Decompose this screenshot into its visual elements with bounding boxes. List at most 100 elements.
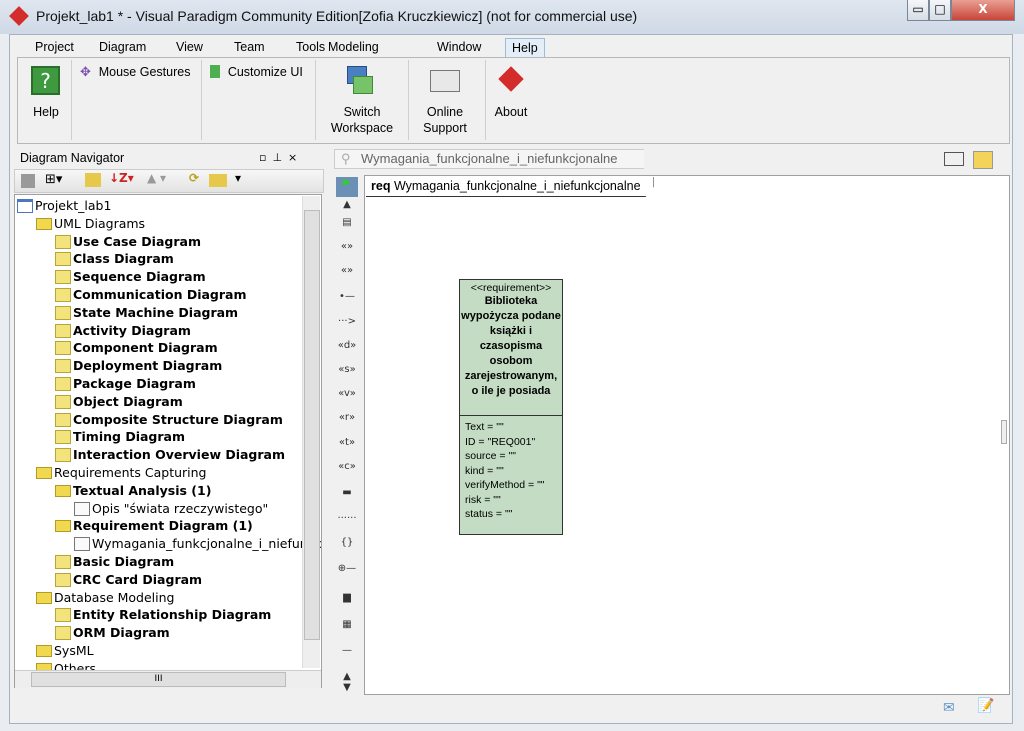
navigator-title: Diagram Navigator — [20, 151, 125, 165]
tree-item-label: Projekt_lab1 — [35, 198, 112, 213]
new-icon[interactable] — [21, 174, 35, 188]
sort-icon[interactable]: ↓Z▾ — [109, 171, 134, 185]
palette-tool[interactable]: — — [336, 645, 358, 661]
palette-tool[interactable]: ···> — [336, 316, 358, 332]
palette-tool[interactable]: •— — [336, 291, 358, 307]
palette-tool[interactable]: ▼ — [336, 682, 358, 698]
scroll-thumb[interactable]: III — [31, 672, 286, 687]
palette-tool[interactable]: «d» — [336, 340, 358, 356]
tree-item[interactable]: Sequence Diagram — [55, 268, 206, 286]
palette-tool[interactable]: «r» — [336, 412, 358, 428]
about-button[interactable]: About — [490, 62, 532, 122]
navigator-window-controls[interactable]: ▫⊥× — [259, 151, 303, 164]
palette-tool[interactable]: «s» — [336, 364, 358, 380]
tree-item[interactable]: Basic Diagram — [55, 553, 174, 571]
palette-tool[interactable]: «c» — [336, 461, 358, 477]
tree-item[interactable]: Deployment Diagram — [55, 357, 222, 375]
maximize-button[interactable]: □ — [929, 0, 951, 21]
tree-item[interactable]: CRC Card Diagram — [55, 571, 202, 589]
menu-help[interactable]: Help — [505, 38, 545, 58]
palette-tool[interactable]: ▆ — [336, 592, 358, 608]
menu-modeling[interactable]: Modeling — [322, 38, 385, 58]
diagram-icon — [55, 270, 71, 285]
tree-item[interactable]: Interaction Overview Diagram — [55, 446, 285, 464]
refresh-icon[interactable]: ⟳ — [189, 171, 199, 185]
tree-item[interactable]: ORM Diagram — [55, 624, 170, 642]
dropdown-icon[interactable]: ▾ — [235, 171, 241, 185]
tree-item[interactable]: Class Diagram — [55, 250, 174, 268]
project-icon — [17, 199, 33, 213]
diagram-properties-icon[interactable] — [973, 151, 993, 169]
menu-project[interactable]: Project — [29, 38, 80, 58]
tree-item[interactable]: Activity Diagram — [55, 322, 191, 340]
palette-tool[interactable]: {} — [336, 537, 358, 553]
up-icon[interactable]: ▲ ▾ — [147, 171, 166, 185]
tree-item[interactable]: Timing Diagram — [55, 428, 185, 446]
tree-item[interactable]: Entity Relationship Diagram — [55, 606, 271, 624]
palette-tool[interactable]: ⊕— — [336, 563, 358, 579]
tree-item-label: ORM Diagram — [73, 625, 170, 641]
palette-tool[interactable]: ······ — [336, 513, 358, 529]
mail-icon[interactable]: ✉ — [943, 700, 955, 716]
tree-item[interactable]: UML Diagrams — [36, 215, 145, 233]
tree-item[interactable]: Requirement Diagram (1) — [55, 517, 253, 535]
app-window: Projekt_lab1 * - Visual Paradigm Communi… — [0, 0, 1024, 731]
fit-view-icon[interactable] — [944, 152, 964, 166]
tree-item-label: Interaction Overview Diagram — [73, 447, 286, 463]
help-icon: ? — [31, 66, 60, 95]
tree-item-label: Opis "świata rzeczywistego" — [92, 500, 269, 516]
tree-item[interactable]: Opis "świata rzeczywistego" — [74, 500, 268, 518]
tree-item[interactable]: SysML — [36, 642, 94, 660]
breadcrumb[interactable]: ⚲ Wymagania_funkcjonalne_i_niefunkcjonal… — [334, 149, 644, 169]
palette-tool[interactable]: «» — [336, 241, 358, 257]
tree-view-icon[interactable]: ⊞▾ — [45, 172, 62, 187]
diagram-frame-header[interactable]: req Wymagania_funkcjonalne_i_niefunkcjon… — [366, 177, 654, 197]
tree-item-label: Sequence Diagram — [73, 269, 206, 285]
menu-window[interactable]: Window — [431, 38, 487, 58]
tree-item[interactable]: Database Modeling — [36, 589, 174, 607]
tree-item[interactable]: Composite Structure Diagram — [55, 411, 283, 429]
requirement-property: status = "" — [465, 508, 513, 520]
tree-item[interactable]: Projekt_lab1 — [17, 197, 111, 215]
document-icon[interactable]: 📝 — [977, 698, 994, 714]
switch-workspace-button[interactable]: Switch Workspace — [322, 62, 402, 138]
menu-team[interactable]: Team — [228, 38, 271, 58]
breadcrumb-item[interactable]: Wymagania_funkcjonalne_i_niefunkcjonalne — [361, 151, 617, 166]
palette-tool[interactable]: ▬ — [336, 487, 358, 503]
palette-tool[interactable]: «» — [336, 265, 358, 281]
mouse-gestures-button[interactable]: ✥ Mouse Gestures — [80, 64, 198, 82]
folder-icon — [36, 217, 52, 230]
online-support-button[interactable]: Online Support — [412, 62, 478, 138]
tree-item[interactable]: Textual Analysis (1) — [55, 482, 211, 500]
palette-tool[interactable]: ▲ — [336, 199, 358, 215]
tree-item[interactable]: Requirements Capturing — [36, 464, 207, 482]
app-logo-icon — [9, 6, 29, 26]
doc-icon — [74, 501, 90, 516]
folder-icon[interactable] — [209, 174, 227, 187]
palette-tool[interactable]: «t» — [336, 437, 358, 453]
tree-item[interactable]: Wymagania_funkcjonalne_i_niefunkcj — [74, 535, 321, 553]
menu-diagram[interactable]: Diagram — [93, 38, 152, 58]
tree-item[interactable]: Object Diagram — [55, 393, 183, 411]
close-button[interactable]: X — [951, 0, 1015, 21]
tree-item[interactable]: State Machine Diagram — [55, 304, 238, 322]
minimize-button[interactable]: ▭ — [907, 0, 929, 21]
help-button[interactable]: ? Help — [26, 62, 66, 132]
palette-tool[interactable]: ▤ — [336, 217, 358, 233]
tree-item[interactable]: Communication Diagram — [55, 286, 247, 304]
canvas-scroll-handle[interactable] — [1001, 420, 1007, 444]
menu-view[interactable]: View — [170, 38, 209, 58]
tree-vertical-scrollbar[interactable] — [302, 196, 320, 668]
open-folder-icon[interactable] — [85, 173, 101, 187]
palette-tool[interactable]: ▶ — [336, 177, 358, 197]
customize-ui-icon — [210, 65, 220, 78]
folder-icon — [36, 467, 52, 479]
requirement-element[interactable]: <<requirement>> Biblioteka wypożycza pod… — [459, 279, 563, 535]
tree-item[interactable]: Component Diagram — [55, 339, 218, 357]
customize-ui-button[interactable]: Customize UI — [210, 64, 315, 82]
palette-tool[interactable]: ▦ — [336, 619, 358, 635]
tree-item[interactable]: Package Diagram — [55, 375, 196, 393]
tree-horizontal-scrollbar[interactable]: III — [15, 670, 321, 688]
tree-item[interactable]: Use Case Diagram — [55, 233, 201, 251]
palette-tool[interactable]: «v» — [336, 388, 358, 404]
